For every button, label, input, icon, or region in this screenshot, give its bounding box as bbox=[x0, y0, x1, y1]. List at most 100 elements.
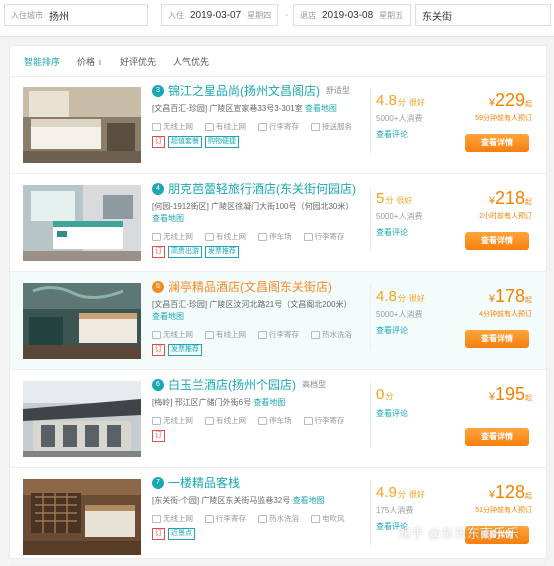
hotel-thumbnail[interactable] bbox=[23, 381, 141, 457]
feature-tag: 发票推荐 bbox=[205, 246, 239, 258]
sort-smart[interactable]: 智能排序 bbox=[24, 55, 60, 68]
facility-item: 无线上网 bbox=[152, 121, 193, 132]
facility-label: 行李寄存 bbox=[314, 232, 345, 241]
rating-word: 很好 bbox=[408, 490, 425, 499]
facility-icon bbox=[258, 416, 267, 425]
facility-item: 无线上网 bbox=[152, 231, 193, 242]
facility-icon bbox=[205, 122, 214, 131]
facility-label: 无线上网 bbox=[163, 232, 193, 241]
facility-item: 行李寄存 bbox=[258, 329, 299, 340]
hotel-row: 5 澜亭精品酒店(文昌阁东关街店) [文昌百汇-珍园] 广陵区汶河北路21号（文… bbox=[10, 272, 546, 370]
view-details-button[interactable]: 查看详情 bbox=[465, 330, 529, 348]
facility-item: 停车场 bbox=[258, 415, 292, 426]
facility-item: 热水洗浴 bbox=[258, 513, 299, 524]
view-details-button[interactable]: 查看详情 bbox=[465, 134, 529, 152]
rating-word: 很好 bbox=[408, 294, 425, 303]
rating-unit: 分 bbox=[385, 392, 394, 401]
facility-label: 行李寄存 bbox=[216, 514, 246, 523]
facility-item: 无线上网 bbox=[152, 415, 193, 426]
facility-label: 电吹风 bbox=[322, 514, 345, 523]
facility-label: 有线上网 bbox=[216, 330, 246, 339]
facility-label: 无线上网 bbox=[163, 330, 193, 339]
facility-icon bbox=[205, 232, 214, 241]
hotel-thumbnail[interactable] bbox=[23, 283, 141, 359]
map-link[interactable]: 查看地图 bbox=[305, 104, 337, 113]
facility-icon bbox=[152, 330, 161, 339]
view-details-button[interactable]: 查看详情 bbox=[465, 232, 529, 250]
facility-list: 无线上网 有线上网 行李寄存 热水洗浴 bbox=[152, 329, 360, 340]
hotel-row: 6 白玉兰酒店(扬州个园店) 高档型 [梅岭] 邗江区广储门外街6号 查看地图 … bbox=[10, 370, 546, 468]
address-text: [梅岭] 邗江区广储门外街6号 bbox=[152, 398, 252, 407]
facility-label: 停车场 bbox=[269, 416, 292, 425]
view-details-button[interactable]: 查看详情 bbox=[465, 428, 529, 446]
feature-tag: 近景点 bbox=[168, 528, 195, 540]
hotel-name[interactable]: 朋克芭蕾轻旅行酒店(东关街何园店) bbox=[168, 180, 356, 197]
facility-icon bbox=[258, 330, 267, 339]
sort-bar: 智能排序 价格 ⇕ 好评优先 人气优先 bbox=[10, 46, 546, 77]
map-link[interactable]: 查看地图 bbox=[152, 214, 184, 223]
price-value: 128 bbox=[494, 482, 525, 502]
map-link[interactable]: 查看地图 bbox=[253, 398, 285, 407]
checkout-field[interactable]: 退店 2019-03-08 星期五 bbox=[293, 4, 411, 26]
facility-icon bbox=[258, 122, 267, 131]
rating-unit: 分 bbox=[385, 196, 394, 205]
facility-label: 停车场 bbox=[269, 232, 292, 241]
feature-tag: 发票推荐 bbox=[168, 344, 202, 356]
facility-label: 无线上网 bbox=[163, 416, 193, 425]
booking-tag: 订 bbox=[152, 136, 165, 148]
review-count: 175人消费 bbox=[376, 506, 414, 515]
see-comments-link[interactable]: 查看评论 bbox=[376, 325, 456, 336]
price-block: ¥195起 bbox=[458, 384, 532, 407]
see-comments-link[interactable]: 查看评论 bbox=[376, 521, 456, 532]
hotel-name[interactable]: 锦江之星品尚(扬州文昌阁店) bbox=[168, 82, 320, 99]
facility-icon bbox=[258, 232, 267, 241]
checkin-field[interactable]: 入住 2019-03-07 星期四 bbox=[161, 4, 278, 26]
see-comments-link[interactable]: 查看评论 bbox=[376, 227, 456, 238]
facility-icon bbox=[152, 416, 161, 425]
map-link[interactable]: 查看地图 bbox=[152, 312, 184, 321]
sort-rating[interactable]: 好评优先 bbox=[120, 55, 156, 68]
results-panel: 智能排序 价格 ⇕ 好评优先 人气优先 3 锦江之星品尚(扬州文昌阁店) 舒适型 … bbox=[9, 45, 547, 566]
rating-unit: 分 bbox=[397, 98, 406, 107]
hotel-thumbnail[interactable] bbox=[23, 87, 141, 163]
hotel-name[interactable]: 白玉兰酒店(扬州个园店) bbox=[168, 376, 296, 393]
destination-label: 入住城市 bbox=[11, 10, 43, 20]
hotel-info: 6 白玉兰酒店(扬州个园店) 高档型 [梅岭] 邗江区广储门外街6号 查看地图 … bbox=[152, 376, 360, 442]
tag-list: 订超值套餐 购物便捷 bbox=[152, 136, 360, 148]
rating-unit: 分 bbox=[397, 294, 406, 303]
hotel-name[interactable]: 一楼精品客栈 bbox=[168, 474, 240, 491]
see-comments-link[interactable]: 查看评论 bbox=[376, 408, 456, 419]
see-comments-link[interactable]: 查看评论 bbox=[376, 129, 456, 140]
price-value: 178 bbox=[494, 286, 525, 306]
destination-field[interactable]: 入住城市 扬州 bbox=[4, 4, 148, 26]
feature-tag: 超值套餐 bbox=[168, 136, 202, 148]
booking-tag: 订 bbox=[152, 528, 165, 540]
location-pin-icon: 6 bbox=[152, 378, 164, 391]
price-value: 195 bbox=[494, 384, 525, 404]
hotel-name[interactable]: 澜亭精品酒店(文昌阁东关街店) bbox=[168, 278, 332, 295]
price-suffix: 起 bbox=[525, 493, 532, 500]
rating-score: 4.8 bbox=[376, 92, 397, 109]
location-pin-icon: 7 bbox=[152, 476, 164, 489]
address-text: [文昌百汇-珍园] 广陵区宣家巷33号3-301室 bbox=[152, 104, 303, 113]
hotel-row: 4 朋克芭蕾轻旅行酒店(东关街何园店) [何园-1912街区] 广陵区徐凝门大街… bbox=[10, 174, 546, 272]
price-value: 218 bbox=[494, 188, 525, 208]
keyword-input[interactable]: 东关街 bbox=[415, 4, 551, 26]
rating-score: 5 bbox=[376, 190, 385, 207]
sort-price[interactable]: 价格 ⇕ bbox=[77, 55, 103, 68]
rating-score: 0 bbox=[376, 386, 385, 403]
hotel-thumbnail[interactable] bbox=[23, 479, 141, 555]
map-link[interactable]: 查看地图 bbox=[292, 496, 324, 505]
date-separator: - bbox=[285, 10, 289, 21]
recent-booking: 59分钟前有人预订 bbox=[475, 115, 532, 122]
rating-block: 4.8分 很好 5000+人消费 查看评论 bbox=[376, 92, 456, 140]
location-pin-icon: 5 bbox=[152, 280, 164, 293]
checkin-label: 入住 bbox=[168, 10, 184, 20]
facility-label: 无线上网 bbox=[163, 514, 193, 523]
hotel-info: 7 一楼精品客栈 [东关街-个园] 广陵区东关街马监巷32号 查看地图 无线上网… bbox=[152, 474, 360, 540]
sort-popularity[interactable]: 人气优先 bbox=[173, 55, 209, 68]
facility-list: 无线上网 有线上网 行李寄存 接送服务 bbox=[152, 121, 360, 132]
view-details-button[interactable]: 查看详情 bbox=[465, 526, 529, 544]
destination-value: 扬州 bbox=[49, 11, 69, 23]
hotel-thumbnail[interactable] bbox=[23, 185, 141, 261]
